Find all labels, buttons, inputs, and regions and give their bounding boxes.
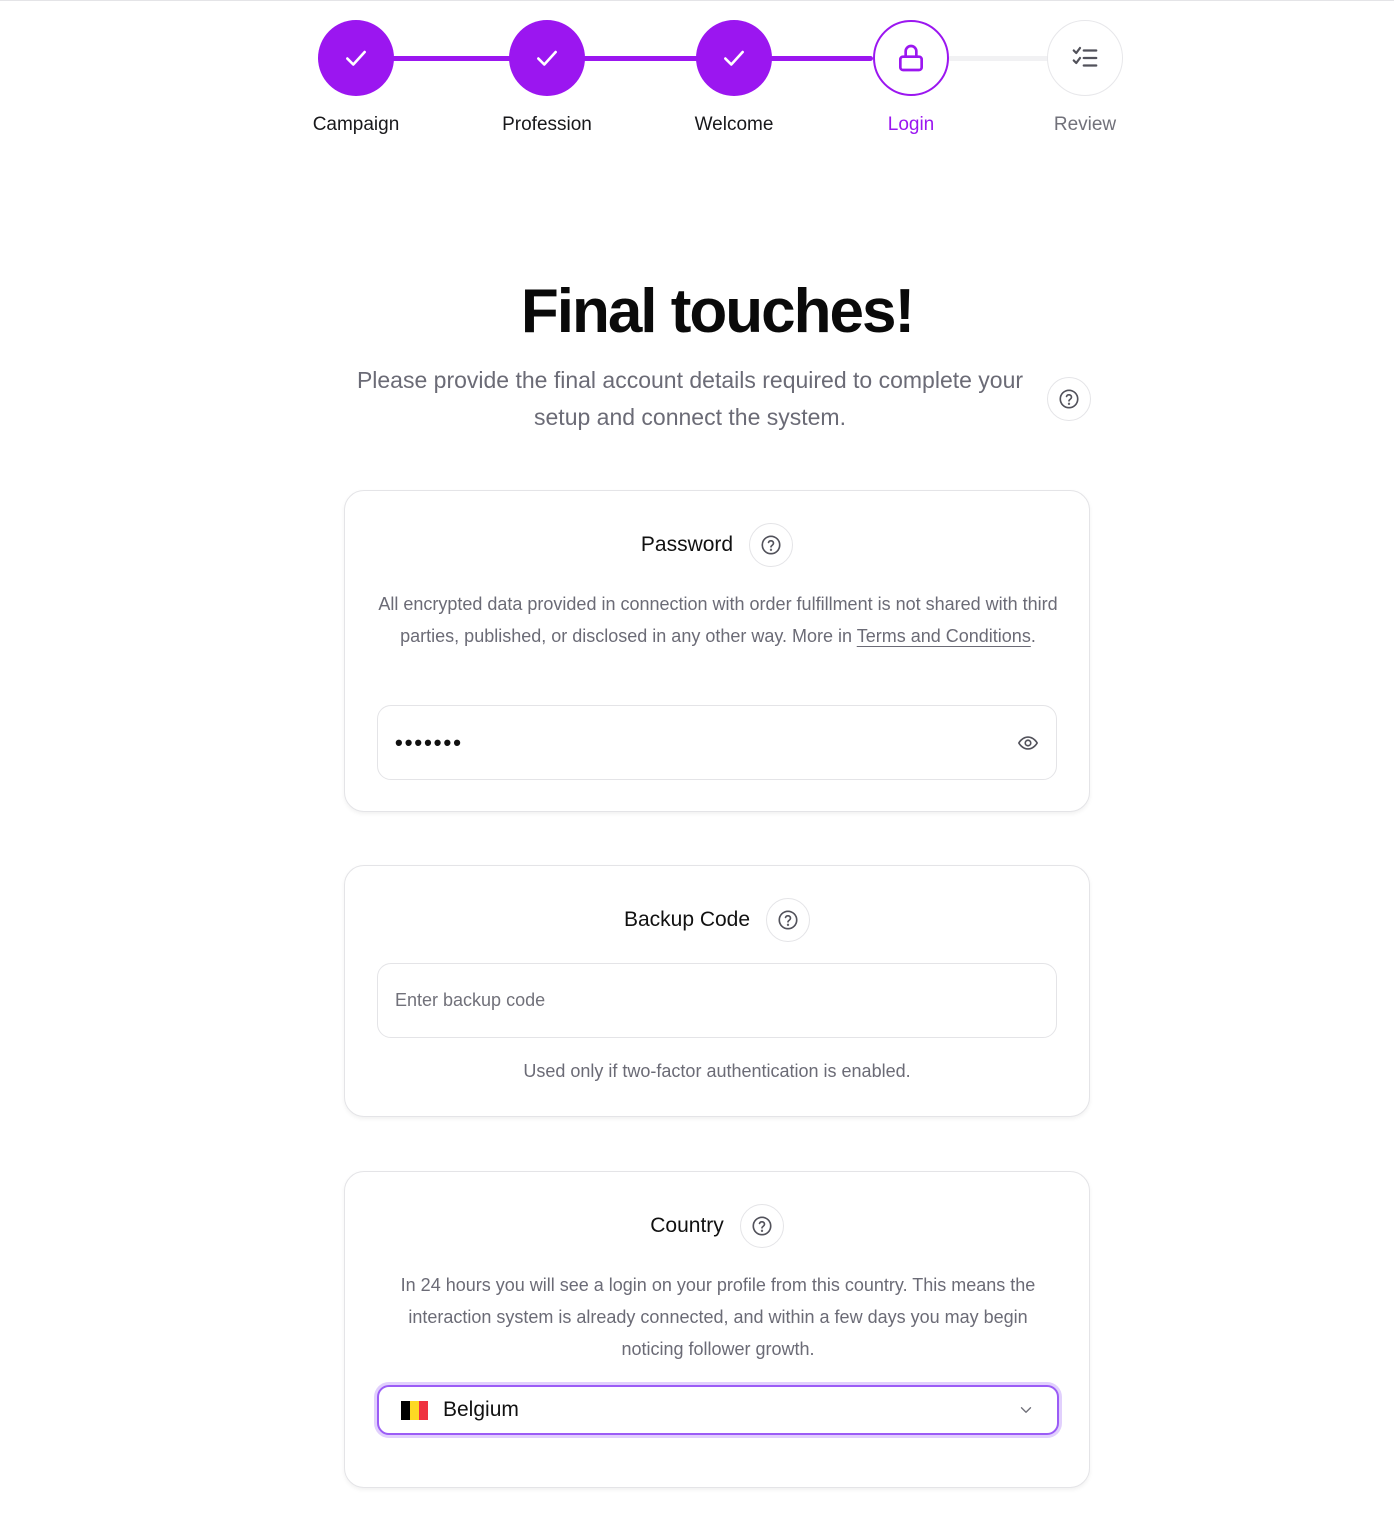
country-select-value: Belgium bbox=[443, 1398, 519, 1421]
password-card: Password All encrypted data provided in … bbox=[344, 490, 1090, 812]
step-campaign[interactable]: Campaign bbox=[276, 20, 436, 136]
country-help-button[interactable] bbox=[739, 1204, 784, 1248]
page-title: Final touches! bbox=[520, 277, 915, 346]
country-card-description: In 24 hours you will see a login on your… bbox=[400, 1275, 1036, 1359]
question-circle-icon bbox=[1059, 389, 1079, 409]
country-card: Country In 24 hours you will see a login… bbox=[344, 1171, 1090, 1488]
country-card-title: Country bbox=[650, 1214, 724, 1237]
backup-code-card: Backup Code Used only if two-factor auth… bbox=[344, 865, 1090, 1117]
backup-code-field[interactable] bbox=[377, 963, 1057, 1038]
step-circle bbox=[509, 20, 585, 96]
backup-code-input[interactable] bbox=[395, 990, 1039, 1011]
step-label: Profession bbox=[502, 114, 592, 135]
step-label: Welcome bbox=[694, 114, 774, 135]
step-label: Campaign bbox=[312, 114, 400, 135]
step-label: Login bbox=[887, 114, 935, 135]
backup-card-title: Backup Code bbox=[623, 908, 751, 931]
country-select[interactable]: Belgium bbox=[377, 1385, 1059, 1435]
belgium-flag-icon bbox=[401, 1400, 428, 1420]
question-circle-icon bbox=[761, 535, 781, 555]
chevron-down-icon bbox=[1017, 1401, 1035, 1419]
password-help-button[interactable] bbox=[749, 523, 794, 567]
step-review[interactable]: Review bbox=[1005, 20, 1165, 136]
backup-help-button[interactable] bbox=[766, 898, 811, 942]
backup-code-note: Used only if two-factor authentication i… bbox=[523, 1061, 911, 1081]
password-card-title: Password bbox=[640, 533, 734, 556]
progress-stepper: Campaign Profession Welcome Login Review bbox=[0, 0, 1394, 160]
step-profession[interactable]: Profession bbox=[467, 20, 627, 136]
lock-icon bbox=[899, 44, 923, 72]
backup-card-header: Backup Code bbox=[345, 898, 1089, 942]
step-login[interactable]: Login bbox=[831, 20, 991, 136]
question-circle-icon bbox=[778, 910, 798, 930]
step-circle bbox=[318, 20, 394, 96]
check-icon bbox=[537, 50, 557, 66]
step-label: Review bbox=[1053, 114, 1117, 135]
password-description-end: . bbox=[1030, 626, 1036, 646]
eye-icon[interactable] bbox=[1017, 732, 1039, 754]
password-card-description: All encrypted data provided in connectio… bbox=[375, 588, 1061, 652]
step-circle bbox=[873, 20, 949, 96]
step-circle bbox=[1047, 20, 1123, 96]
question-circle-icon bbox=[752, 1216, 772, 1236]
step-welcome[interactable]: Welcome bbox=[654, 20, 814, 136]
password-field[interactable]: ••••••• bbox=[377, 705, 1057, 780]
password-card-header: Password bbox=[345, 523, 1089, 567]
checklist-icon bbox=[1072, 46, 1098, 67]
password-value[interactable]: ••••••• bbox=[395, 730, 1017, 756]
country-card-header: Country bbox=[345, 1204, 1089, 1248]
help-button[interactable] bbox=[1047, 377, 1091, 421]
terms-link[interactable]: Terms and Conditions bbox=[857, 626, 1031, 646]
check-icon bbox=[724, 50, 744, 66]
check-icon bbox=[346, 50, 366, 66]
page-subtitle: Please provide the final account details… bbox=[356, 367, 1024, 430]
step-circle bbox=[696, 20, 772, 96]
